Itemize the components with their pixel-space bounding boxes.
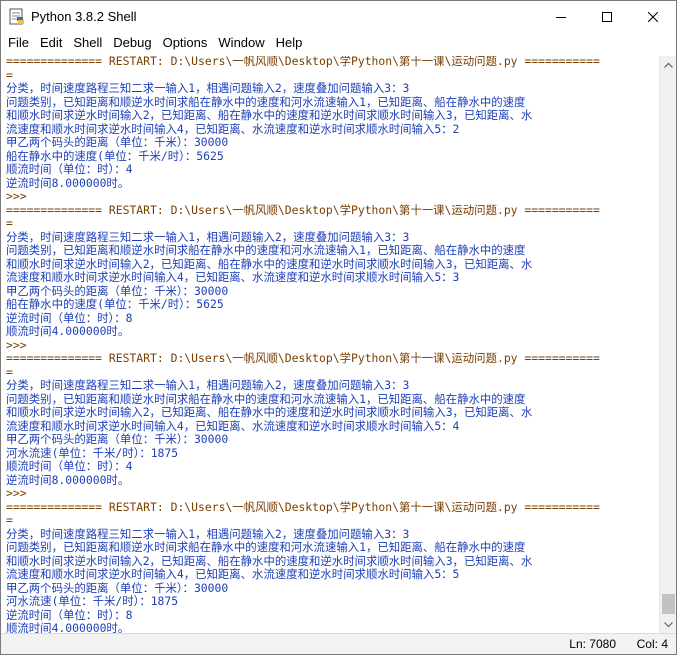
prompt-marker: >>> [6,337,34,352]
window-title: Python 3.8.2 Shell [31,9,137,24]
menu-window[interactable]: Window [214,33,268,53]
shell-prompt: >>> [6,486,656,501]
output-line: 船在静水中的速度(单位：千米/时）：5625 [6,148,224,163]
output-line: 顺流时间4.000000时。 [6,324,130,338]
menu-shell[interactable]: Shell [69,33,106,53]
restart-banner-line: ============== RESTART: D:\Users\一帆风顺\De… [6,351,600,365]
close-icon [648,12,658,22]
output-line: 甲乙两个码头的距离（单位：千米）：30000 [6,580,229,595]
shell-output: ============== RESTART: D:\Users\一帆风顺\De… [6,56,656,633]
shell-prompt: >>> [6,337,656,353]
menu-help[interactable]: Help [272,33,307,53]
minimize-icon [556,17,566,18]
close-button[interactable] [630,1,676,33]
output-line: 分类，时间速度路程三知二求一输入1，相遇问题输入2，速度叠加问题输入3：3 [6,378,410,392]
maximize-icon [602,12,612,22]
scrollbar-thumb[interactable] [662,594,675,614]
maximize-button[interactable] [584,1,630,33]
output-line: 顺流时间（单位：时）：4 [6,162,133,176]
output-line: 和顺水时间求逆水时间输入2，已知距离、船在静水中的速度和逆水时间求顺水时间输入3… [6,256,533,271]
output-line: 问题类别，已知距离和顺逆水时间求船在静水中的速度和河水流速输入1，已知距离、船在… [6,391,526,406]
restart-banner-line: ============== RESTART: D:\Users\一帆风顺\De… [6,499,600,514]
menu-debug[interactable]: Debug [109,33,155,53]
output-line: 流速度和顺水时间求逆水时间输入4，已知距离、水流速度和逆水时间求顺水时间输入5：… [6,567,460,581]
output-line: 逆流时间（单位：时）：8 [6,310,133,325]
output-line: 甲乙两个码头的距离（单位：千米）：30000 [6,432,229,446]
idle-shell-window: Python 3.8.2 Shell File Edit Shell Debug… [0,0,677,655]
restart-banner-line: = [6,513,13,527]
prompt-marker: >>> [6,486,34,500]
shell-text-area[interactable]: ============== RESTART: D:\Users\一帆风顺\De… [1,56,659,633]
output-line: 逆流时间8.000000时。 [6,472,130,487]
output-line: 和顺水时间求逆水时间输入2，已知距离、船在静水中的速度和逆水时间求顺水时间输入3… [6,553,533,568]
output-line: 问题类别，已知距离和顺逆水时间求船在静水中的速度和河水流速输入1，已知距离、船在… [6,94,526,109]
shell-prompt: >>> [6,189,656,204]
output-line: 顺流时间（单位：时）：4 [6,459,133,473]
output-line: 河水流速(单位：千米/时）：1875 [6,594,179,608]
output-line: 顺流时间4.000000时。 [6,621,130,633]
output-line: 流速度和顺水时间求逆水时间输入4，已知距离、水流速度和逆水时间求顺水时间输入5：… [6,418,460,433]
menu-edit[interactable]: Edit [36,33,66,53]
vertical-scrollbar[interactable] [659,56,676,633]
restart-banner-line: = [6,67,13,82]
output-line: 甲乙两个码头的距离（单位：千米）：30000 [6,135,229,149]
scroll-up-arrow-icon[interactable] [660,56,677,73]
output-line: 问题类别，已知距离和顺逆水时间求船在静水中的速度和河水流速输入1，已知距离、船在… [6,243,526,257]
output-line: 流速度和顺水时间求逆水时间输入4，已知距离、水流速度和逆水时间求顺水时间输入5：… [6,121,460,136]
restart-banner-line: ============== RESTART: D:\Users\一帆风顺\De… [6,202,600,217]
output-line: 河水流速(单位：千米/时）：1875 [6,445,179,460]
output-line: 逆流时间（单位：时）：8 [6,607,133,622]
output-line: 逆流时间8.000000时。 [6,175,130,190]
minimize-button[interactable] [538,1,584,33]
output-line: 和顺水时间求逆水时间输入2，已知距离、船在静水中的速度和逆水时间求顺水时间输入3… [6,108,533,122]
output-line: 和顺水时间求逆水时间输入2，已知距离、船在静水中的速度和逆水时间求顺水时间输入3… [6,405,533,419]
menu-bar: File Edit Shell Debug Options Window Hel… [1,33,676,53]
status-bar: Ln: 7080 Col: 4 [1,633,676,654]
status-column-number: Col: 4 [636,637,668,651]
output-line: 分类，时间速度路程三知二求一输入1，相遇问题输入2，速度叠加问题输入3：3 [6,81,410,95]
restart-banner-line: ============== RESTART: D:\Users\一帆风顺\De… [6,56,600,68]
restart-banner-line: = [6,216,13,230]
restart-banner-line: = [6,364,13,379]
output-line: 分类，时间速度路程三知二求一输入1，相遇问题输入2，速度叠加问题输入3：3 [6,526,410,541]
output-line: 分类，时间速度路程三知二求一输入1，相遇问题输入2，速度叠加问题输入3：3 [6,229,410,244]
prompt-marker: >>> [6,189,34,203]
scroll-down-arrow-icon[interactable] [660,616,677,633]
output-line: 流速度和顺水时间求逆水时间输入4，已知距离、水流速度和逆水时间求顺水时间输入5：… [6,270,460,284]
output-line: 甲乙两个码头的距离（单位：千米）：30000 [6,283,229,298]
output-line: 问题类别，已知距离和顺逆水时间求船在静水中的速度和河水流速输入1，已知距离、船在… [6,540,526,554]
menu-file[interactable]: File [4,33,33,53]
python-idle-icon [9,8,25,26]
menu-options[interactable]: Options [159,33,212,53]
output-line: 船在静水中的速度(单位：千米/时）：5625 [6,297,224,311]
status-line-number: Ln: 7080 [569,637,616,651]
title-bar[interactable]: Python 3.8.2 Shell [1,1,676,33]
